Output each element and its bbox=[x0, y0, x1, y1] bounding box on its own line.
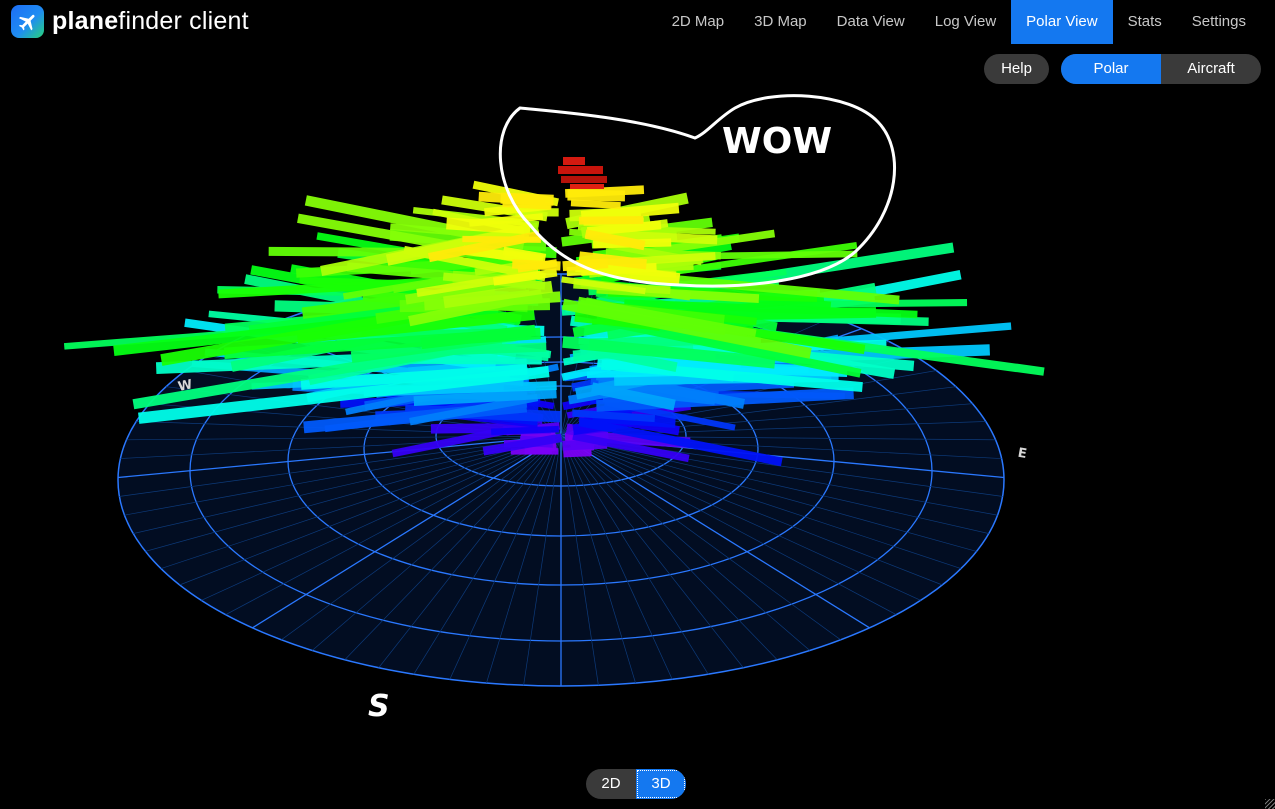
nav-settings[interactable]: Settings bbox=[1177, 0, 1261, 44]
nav-stats[interactable]: Stats bbox=[1113, 0, 1177, 44]
top-bar: planefinder client 2D Map 3D Map Data Vi… bbox=[0, 0, 1275, 44]
resize-grip[interactable] bbox=[1265, 799, 1275, 809]
view-dimension-toggle: 2D 3D bbox=[586, 769, 686, 799]
far-range-marker bbox=[558, 157, 607, 189]
compass-south-label: S bbox=[368, 689, 390, 724]
view-3d-button[interactable]: 3D bbox=[636, 769, 686, 799]
nav-log-view[interactable]: Log View bbox=[920, 0, 1011, 44]
app-title: planefinder client bbox=[52, 7, 249, 35]
airplane-icon bbox=[11, 5, 44, 38]
app-logo[interactable]: planefinder client bbox=[11, 5, 249, 38]
nav-2d-map[interactable]: 2D Map bbox=[657, 0, 740, 44]
view-2d-button[interactable]: 2D bbox=[586, 769, 636, 799]
compass-west-label: W bbox=[177, 377, 194, 395]
nav-3d-map[interactable]: 3D Map bbox=[739, 0, 822, 44]
nav-data-view[interactable]: Data View bbox=[822, 0, 920, 44]
compass-east-label: E bbox=[1017, 446, 1028, 462]
nav-polar-view[interactable]: Polar View bbox=[1011, 0, 1113, 44]
main-nav: 2D Map 3D Map Data View Log View Polar V… bbox=[657, 0, 1261, 44]
polar-3d-view[interactable]: WOW W E S bbox=[0, 44, 1275, 764]
wow-annotation-text: WOW bbox=[722, 121, 832, 162]
